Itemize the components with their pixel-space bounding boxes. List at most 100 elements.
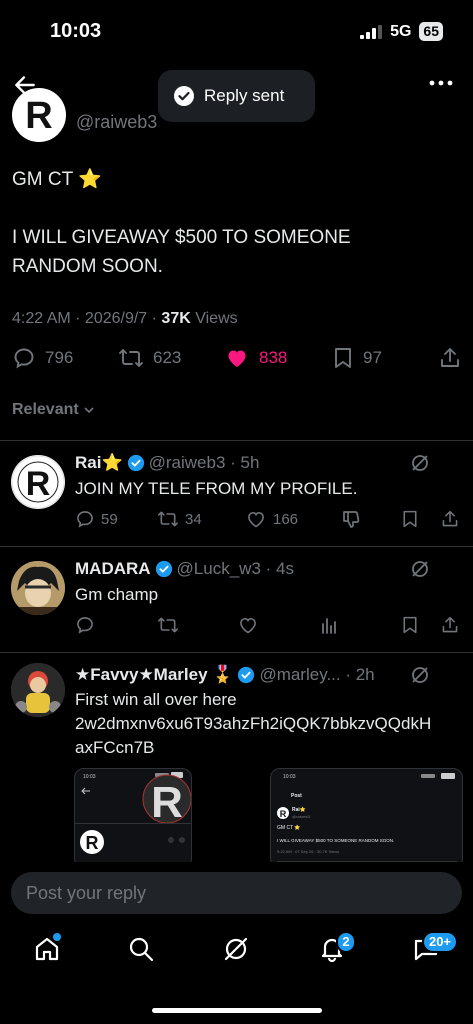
post-views-label: Views: [190, 310, 238, 327]
reply-handle-time: @raiweb3 · 5h: [148, 453, 260, 472]
chevron-down-icon: [84, 407, 94, 414]
reply-author[interactable]: ★Favvy★Marley 🎖️ @marley... · 2h: [75, 665, 375, 685]
thumb-back-icon: [81, 787, 90, 795]
reply-button[interactable]: 796: [12, 346, 73, 370]
post-author-avatar[interactable]: R: [12, 88, 66, 142]
r-logo-icon: R: [13, 89, 65, 141]
attached-image-2[interactable]: 10:03 Post R Rai⭐ @raiweb3 GM CT ⭐ I WIL…: [270, 768, 463, 868]
reply-icon: [14, 348, 34, 369]
share-button[interactable]: [441, 509, 459, 529]
status-time: 10:03: [50, 20, 102, 42]
bookmark-icon: [403, 616, 417, 634]
share-icon: [441, 348, 459, 367]
svg-text:R: R: [25, 95, 52, 137]
repost-icon: [119, 349, 143, 367]
share-button[interactable]: [441, 615, 459, 635]
verified-badge-icon: [238, 666, 255, 684]
reply-author-name: Rai⭐: [75, 453, 123, 472]
grok-button[interactable]: [410, 665, 430, 685]
reply-text-line3: axFCcn7B: [75, 738, 155, 757]
reply-avatar[interactable]: [11, 663, 65, 717]
share-icon: [442, 616, 458, 633]
toast-text: Reply sent: [204, 86, 285, 105]
post-author-handle[interactable]: @raiweb3: [76, 112, 157, 133]
repost-icon: [158, 617, 178, 633]
heart-filled-icon: [228, 350, 246, 367]
reply-item[interactable]: MADARA @Luck_w3 · 4s Gm champ: [0, 547, 473, 652]
post-actions: 796 623 838 97: [12, 346, 464, 376]
bookmark-button[interactable]: [401, 615, 419, 635]
post-views-count: 37K: [161, 310, 191, 327]
reply-actions: [75, 615, 465, 639]
reply-sent-toast: Reply sent: [158, 70, 315, 122]
bookmark-button[interactable]: 97: [332, 346, 382, 370]
status-indicators: 5G 65: [360, 22, 443, 41]
attached-image-1[interactable]: 10:03 R R: [74, 768, 192, 868]
repost-button[interactable]: [157, 615, 179, 635]
reply-avatar[interactable]: R: [11, 455, 65, 509]
reply-author[interactable]: MADARA @Luck_w3 · 4s: [75, 559, 294, 579]
reply-avatar[interactable]: [11, 561, 65, 615]
like-button[interactable]: 838: [224, 346, 287, 370]
bookmark-button[interactable]: [401, 509, 419, 529]
network-label: 5G: [390, 22, 412, 40]
grok-button[interactable]: [410, 559, 430, 579]
thumb-meta: 9:22 AM · 07 Sep 26 · 30.7K Views: [277, 849, 340, 854]
svg-text:R: R: [280, 809, 287, 819]
repost-count: 34: [185, 510, 202, 528]
reply-author[interactable]: Rai⭐ @raiweb3 · 5h: [75, 453, 259, 473]
thumb-status-icon: [421, 773, 455, 779]
repost-icon: [158, 511, 178, 527]
thumb-post-header: Post: [291, 793, 302, 799]
reply-button[interactable]: 59: [75, 509, 118, 529]
reply-author-name: MADARA: [75, 559, 151, 578]
thumb-author-handle: @raiweb3: [292, 814, 311, 819]
nav-messages[interactable]: 20+: [412, 931, 458, 963]
reply-text: Gm champ: [75, 585, 159, 604]
reply-count: 796: [45, 348, 74, 367]
grok-button[interactable]: [410, 453, 430, 473]
nav-home[interactable]: [33, 933, 61, 963]
post-text-line1: GM CT ⭐: [12, 169, 102, 190]
r-logo-icon: R: [277, 807, 289, 819]
more-options-button[interactable]: [429, 78, 453, 88]
svg-text:R: R: [26, 465, 51, 503]
nav-search[interactable]: [127, 935, 155, 963]
r-logo-icon: R: [80, 830, 104, 854]
thumb-divider: [75, 823, 191, 824]
reply-item[interactable]: R Rai⭐ @raiweb3 · 5h JOIN MY TELE FROM M…: [0, 441, 473, 546]
thumb-text-line1: GM CT ⭐: [277, 825, 301, 831]
check-circle-icon: [174, 86, 194, 106]
more-icon: [429, 80, 453, 86]
repost-button[interactable]: 623: [118, 346, 181, 370]
sort-replies-dropdown[interactable]: Relevant: [12, 401, 95, 419]
grok-icon: [412, 561, 428, 577]
signal-icon: [360, 24, 383, 39]
nav-grok[interactable]: [222, 935, 250, 963]
share-button[interactable]: [439, 346, 461, 370]
reply-icon: [77, 511, 93, 528]
analytics-icon: [322, 618, 336, 634]
post-reply-input[interactable]: Post your reply: [11, 872, 462, 914]
like-count: 166: [273, 510, 299, 528]
post-meta: 4:22 AM · 2026/9/7 · 37K Views: [12, 310, 238, 328]
views-button[interactable]: [321, 615, 339, 635]
repost-count: 623: [153, 348, 182, 367]
share-icon: [442, 510, 458, 527]
like-button[interactable]: [237, 615, 259, 635]
home-indicator: [152, 1008, 322, 1013]
downvote-button[interactable]: [341, 509, 361, 529]
verified-badge-icon: [155, 560, 172, 578]
like-button[interactable]: 166: [245, 509, 298, 529]
repost-button[interactable]: 34: [157, 509, 202, 529]
heart-icon: [240, 617, 256, 634]
r-logo-icon: R: [11, 455, 65, 509]
notifications-badge: 2: [336, 931, 356, 953]
reply-button[interactable]: [75, 615, 95, 635]
reply-text: JOIN MY TELE FROM MY PROFILE.: [75, 479, 358, 498]
reply-count: 59: [101, 510, 118, 528]
nav-notifications[interactable]: 2: [318, 931, 356, 963]
battery-indicator: 65: [419, 22, 443, 41]
grok-icon: [412, 455, 428, 471]
thumb-time: 10:03: [83, 774, 96, 780]
